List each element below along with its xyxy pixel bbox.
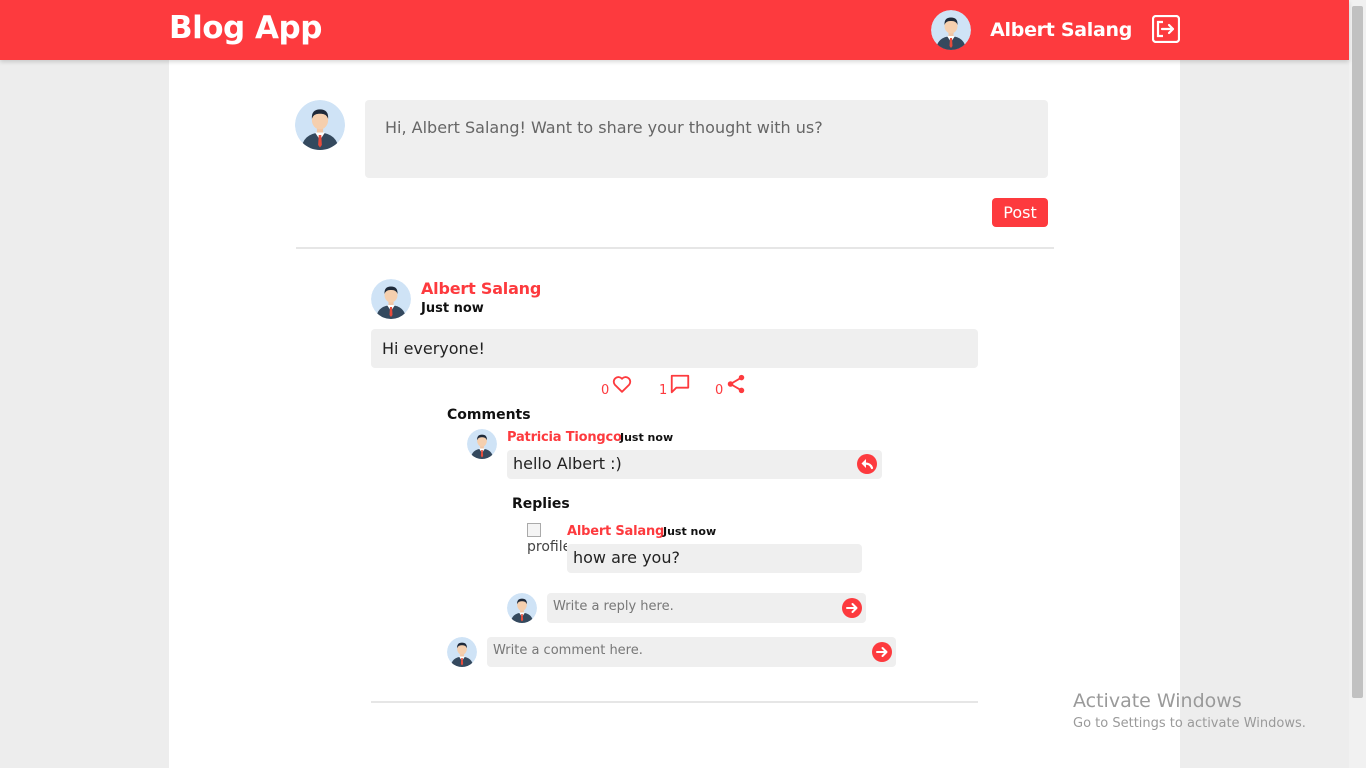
replies-heading: Replies: [512, 496, 570, 512]
watermark-subtitle: Go to Settings to activate Windows.: [1073, 716, 1306, 731]
user-name[interactable]: Albert Salang: [990, 19, 1132, 41]
post-composer-input[interactable]: Hi, Albert Salang! Want to share your th…: [365, 100, 1048, 178]
share-count: 0: [715, 383, 724, 398]
send-reply-icon[interactable]: [842, 598, 862, 618]
like-button[interactable]: 0: [601, 373, 633, 398]
post-author-name[interactable]: Albert Salang: [421, 279, 541, 298]
reply-timestamp: Just now: [663, 525, 717, 538]
broken-avatar-image: profile: [527, 523, 567, 559]
page-scrollbar[interactable]: [1349, 0, 1366, 768]
share-icon: [728, 374, 745, 394]
comments-heading: Comments: [447, 407, 531, 423]
share-button[interactable]: 0: [715, 373, 747, 398]
divider: [296, 247, 1054, 249]
post-button[interactable]: Post: [992, 198, 1048, 227]
logout-icon[interactable]: [1151, 14, 1181, 44]
comment-input-avatar: [447, 637, 477, 667]
comment-content: hello Albert :): [507, 450, 882, 479]
post-content: Hi everyone!: [371, 329, 978, 368]
comment-author-name[interactable]: Patricia Tiongco: [507, 430, 622, 445]
comment-count: 1: [659, 383, 668, 398]
reply-input-avatar: [507, 593, 537, 623]
reply-input[interactable]: Write a reply here.: [547, 593, 866, 623]
send-comment-icon[interactable]: [872, 642, 892, 662]
heart-icon: [613, 376, 632, 393]
user-avatar[interactable]: [931, 10, 972, 50]
comment-button[interactable]: 1: [659, 373, 691, 398]
current-user[interactable]: Albert Salang: [931, 10, 1132, 50]
composer-avatar: [295, 100, 345, 150]
post-timestamp: Just now: [421, 301, 484, 316]
comment-author-avatar[interactable]: [467, 429, 497, 459]
windows-activation-watermark: Activate Windows Go to Settings to activ…: [1073, 690, 1306, 731]
reply-icon[interactable]: [857, 454, 877, 474]
brand-logo[interactable]: Blog App: [169, 10, 322, 46]
scrollbar-thumb[interactable]: [1352, 6, 1363, 698]
reply-content: how are you?: [567, 544, 862, 573]
broken-image-icon: [527, 523, 541, 537]
comment-bubble-icon: [671, 374, 690, 394]
broken-image-alt: profile: [527, 539, 567, 555]
post-author-avatar[interactable]: [371, 279, 411, 319]
comment-input[interactable]: Write a comment here.: [487, 637, 896, 667]
top-navbar: Blog App Albert Salang: [0, 0, 1349, 60]
watermark-title: Activate Windows: [1073, 690, 1242, 712]
reply-author-name[interactable]: Albert Salang: [567, 524, 664, 539]
like-count: 0: [601, 383, 610, 398]
divider: [371, 701, 978, 703]
feed-panel: Hi, Albert Salang! Want to share your th…: [169, 60, 1180, 768]
comment-timestamp: Just now: [620, 431, 674, 444]
